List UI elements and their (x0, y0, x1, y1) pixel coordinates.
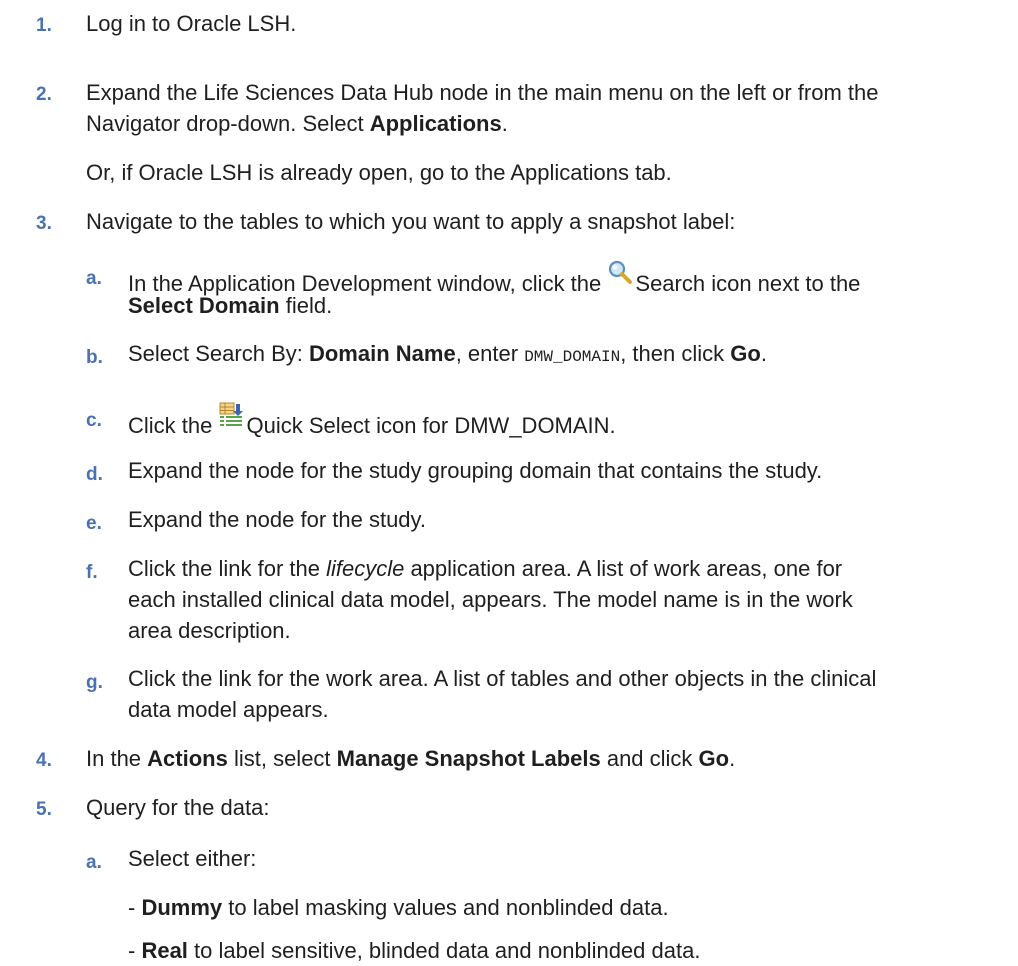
step-number: 3. (36, 213, 52, 234)
text-span: . (760, 341, 767, 366)
substep-label: g. (86, 672, 103, 693)
step-text: Expand the Life Sciences Data Hub node i… (86, 80, 879, 105)
go-label: Go (698, 746, 730, 771)
substep-label: c. (86, 410, 102, 431)
substep-label: a. (86, 852, 102, 873)
text-span: Quick Select icon for DMW_DOMAIN. (246, 413, 616, 438)
text-span: Click the (128, 413, 219, 438)
text-span: , then click (620, 341, 731, 366)
text-span: Search icon next to the (635, 271, 861, 296)
search-icon (607, 259, 633, 293)
text-span: to label masking values and nonblinded d… (222, 895, 669, 920)
substep-text: area description. (128, 618, 291, 643)
actions-label: Actions (147, 746, 228, 771)
step-number: 2. (36, 84, 52, 105)
substep-label: d. (86, 464, 103, 485)
text-span: , enter (455, 341, 525, 366)
text-span: list, select (227, 746, 337, 771)
step-text: Log in to Oracle LSH. (86, 11, 297, 36)
quick-select-icon (218, 401, 244, 435)
step-number: 1. (36, 15, 52, 36)
step-text: Query for the data: (86, 795, 270, 820)
substep-text: Click the link for the work area. A list… (128, 666, 877, 691)
substep-text: Click the Quick Select icon for DMW_DOMA… (128, 401, 616, 441)
domain-name-label: Domain Name (308, 341, 456, 366)
step-number: 5. (36, 799, 52, 820)
text-span: application area. A list of work areas, … (404, 556, 843, 581)
step-text: Navigate to the tables to which you want… (86, 209, 736, 234)
substep-text: each installed clinical data model, appe… (128, 587, 853, 612)
substep-text: data model appears. (128, 697, 329, 722)
substep-label: f. (86, 562, 98, 583)
substep-text: Expand the node for the study grouping d… (128, 458, 823, 483)
substep-text: Select Search By: Domain Name, enter DMW… (128, 338, 767, 373)
substep-text: Expand the node for the study. (128, 507, 427, 532)
substep-label: b. (86, 347, 103, 368)
go-label: Go (730, 341, 761, 366)
manage-snapshot-labels-label: Manage Snapshot Labels (336, 746, 601, 771)
text-span: and click (600, 746, 699, 771)
text-span: field. (279, 293, 333, 318)
substep-label: a. (86, 268, 102, 289)
text-span: Select Search By: (128, 341, 309, 366)
step-text: In the Actions list, select Manage Snaps… (86, 743, 735, 774)
text-span: - (128, 895, 142, 920)
text-span: . (729, 746, 736, 771)
substep-text: Select Domain field. (128, 290, 332, 321)
option-dummy: - Dummy to label masking values and nonb… (128, 892, 669, 923)
code-text: DMW_DOMAIN (524, 348, 621, 366)
step-text: Navigator drop-down. Select Applications… (86, 108, 508, 139)
substep-label: e. (86, 513, 102, 534)
text-span: Navigator drop-down. Select (86, 111, 370, 136)
substep-text: Click the link for the lifecycle applica… (128, 553, 842, 584)
applications-label: Applications (369, 111, 502, 136)
text-span: Click the link for the (128, 556, 327, 581)
select-domain-label: Select Domain (128, 293, 280, 318)
substep-text: Select either: (128, 846, 257, 871)
text-span: In the (86, 746, 148, 771)
text-span: . (501, 111, 508, 136)
step-number: 4. (36, 750, 52, 771)
dummy-label: Dummy (141, 895, 223, 920)
step-note: Or, if Oracle LSH is already open, go to… (86, 160, 672, 185)
lifecycle-text: lifecycle (326, 556, 405, 581)
